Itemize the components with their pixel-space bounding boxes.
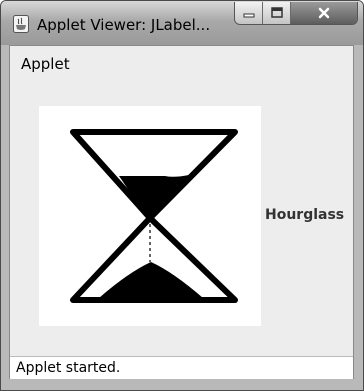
- minimize-button[interactable]: [235, 2, 263, 24]
- window-controls: [234, 2, 358, 25]
- menu-bar: Applet: [10, 46, 353, 80]
- applet-panel: Applet Hourglass Applet started.: [9, 45, 354, 379]
- hourglass-label: Hourglass: [265, 207, 345, 223]
- maximize-icon: [270, 7, 283, 18]
- maximize-button[interactable]: [263, 2, 291, 24]
- status-bar: Applet started.: [10, 356, 353, 379]
- hourglass-image: [39, 106, 261, 326]
- applet-menu[interactable]: Applet: [21, 55, 70, 73]
- status-text: Applet started.: [16, 360, 121, 376]
- java-app-icon[interactable]: [13, 15, 29, 33]
- minimize-icon: [243, 13, 254, 18]
- title-bar[interactable]: Applet Viewer: JLabel...: [1, 1, 363, 45]
- window-title: Applet Viewer: JLabel...: [37, 16, 211, 34]
- close-icon: [318, 7, 330, 19]
- applet-viewer-window: Applet Viewer: JLabel... Applet Hourglas…: [0, 0, 364, 391]
- hourglass-icon: [70, 129, 238, 303]
- close-button[interactable]: [291, 2, 357, 24]
